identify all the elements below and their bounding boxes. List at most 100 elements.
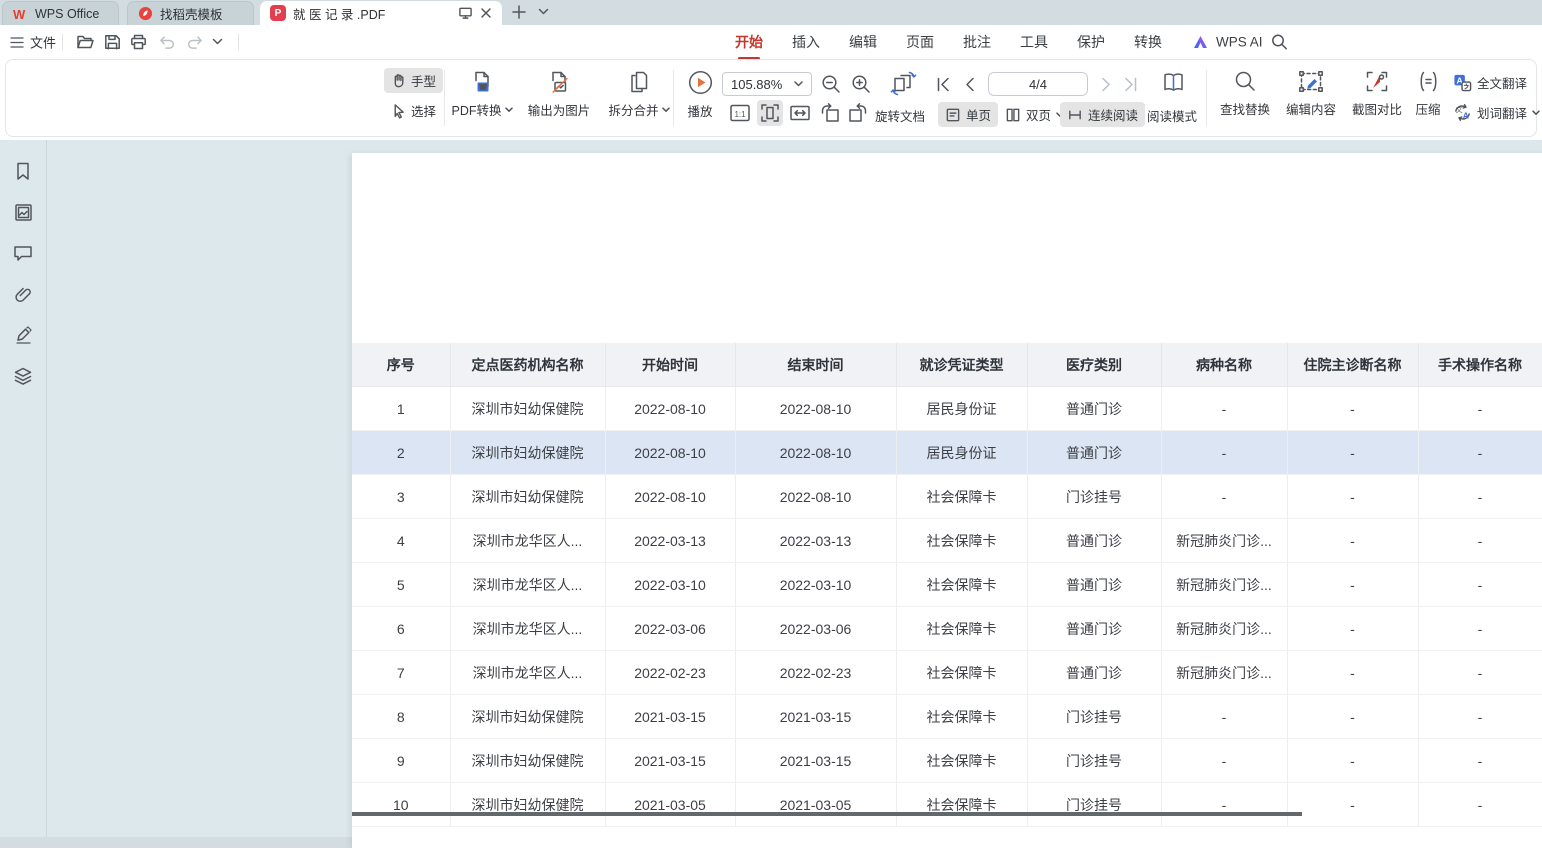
read-mode-button[interactable] (1158, 67, 1188, 97)
zoom-in-button[interactable] (848, 71, 874, 97)
file-menu-button[interactable]: 文件 (10, 33, 56, 52)
pdf-convert-button[interactable]: W PDF转换 (447, 69, 517, 119)
tab-wps-office[interactable]: W WPS Office (2, 1, 119, 25)
continuous-read-button[interactable]: 连续阅读 (1060, 102, 1145, 127)
play-button[interactable]: 播放 (677, 69, 723, 120)
double-page-icon (1005, 107, 1021, 123)
layers-icon[interactable] (12, 365, 34, 387)
table-cell: 社会保障卡 (896, 651, 1027, 695)
table-cell: - (1287, 651, 1418, 695)
signature-icon[interactable] (12, 324, 34, 346)
table-row: 8深圳市妇幼保健院2021-03-152021-03-15社会保障卡门诊挂号--… (352, 695, 1542, 739)
attachment-icon[interactable] (12, 283, 34, 305)
table-cell: - (1418, 387, 1542, 431)
cursor-icon (391, 103, 406, 119)
table-cell: - (1287, 475, 1418, 519)
save-button[interactable] (104, 34, 121, 50)
compress-button[interactable]: 压缩 (1408, 69, 1448, 118)
table-cell: - (1418, 651, 1542, 695)
table-cell: 2021-03-05 (605, 783, 735, 827)
close-tab-icon[interactable] (480, 7, 492, 19)
table-cell: 2022-03-13 (605, 519, 735, 563)
table-cell: - (1287, 387, 1418, 431)
ribbon-tab-8[interactable]: 转换 (1134, 32, 1162, 52)
previous-page-button[interactable] (958, 73, 980, 95)
continuous-read-icon (1067, 107, 1083, 123)
select-tool-button[interactable]: 选择 (384, 98, 443, 123)
rotate-right-button[interactable] (845, 100, 871, 126)
full-translate-button[interactable]: A 全文翻译 (1446, 70, 1534, 95)
fit-page-button[interactable] (757, 100, 783, 126)
ribbon-tab-7[interactable]: 保护 (1077, 32, 1105, 52)
wps-ai-button[interactable]: WPS AI (1192, 35, 1263, 50)
split-merge-label: 拆分合并 (608, 100, 658, 119)
tab-label: 找稻壳模板 (160, 4, 223, 23)
ribbon-tab-3[interactable]: 编辑 (849, 32, 877, 52)
horizontal-scrollbar-thumb[interactable] (352, 812, 1302, 816)
ribbon-tab-6[interactable]: 工具 (1020, 32, 1048, 52)
table-cell: 4 (352, 519, 450, 563)
medical-records-table: 序号定点医药机构名称开始时间结束时间就诊凭证类型医疗类别病种名称住院主诊断名称手… (352, 343, 1542, 827)
rotate-right-icon (847, 102, 869, 124)
last-page-button (1120, 73, 1142, 95)
edit-content-label: 编辑内容 (1286, 99, 1336, 118)
hand-tool-button[interactable]: 手型 (384, 68, 443, 93)
tab-list-chevron-icon[interactable] (538, 8, 549, 16)
table-cell: 2022-02-23 (605, 651, 735, 695)
bookmark-icon[interactable] (12, 160, 34, 182)
replace-pages-button[interactable] (888, 68, 918, 98)
single-page-button[interactable]: 单页 (938, 102, 998, 127)
page-indicator-input[interactable]: 4/4 (988, 72, 1088, 96)
menu-bar: 文件 开始 插入 编辑 页面 批注 工具 保护 转换 WPS AI (0, 25, 1542, 59)
divider (444, 70, 445, 126)
rotate-left-button[interactable] (817, 100, 843, 126)
chevron-down-icon (505, 107, 513, 113)
tab-document[interactable]: P 就 医 记 录 .PDF (260, 1, 502, 25)
table-cell: 门诊挂号 (1027, 739, 1161, 783)
thumbnail-icon[interactable] (12, 201, 34, 223)
monitor-icon[interactable] (458, 6, 473, 20)
ribbon-search-icon[interactable] (1271, 34, 1288, 51)
ribbon-tab-5[interactable]: 批注 (963, 32, 991, 52)
table-cell: 6 (352, 607, 450, 651)
zoom-level-select[interactable]: 105.88% (722, 72, 812, 96)
ribbon-tab-4[interactable]: 页面 (906, 32, 934, 52)
find-replace-button[interactable]: 查找替换 (1212, 69, 1278, 118)
first-page-button[interactable] (932, 73, 954, 95)
table-row: 4深圳市龙华区人...2022-03-132022-03-13社会保障卡普通门诊… (352, 519, 1542, 563)
table-cell: - (1161, 695, 1287, 739)
ribbon-tab-2[interactable]: 插入 (792, 32, 820, 52)
table-cell: 社会保障卡 (896, 519, 1027, 563)
table-cell: 2021-03-15 (735, 739, 896, 783)
open-file-button[interactable] (76, 34, 94, 50)
pdf-convert-icon: W (469, 69, 495, 95)
print-button[interactable] (130, 34, 147, 50)
ribbon-tab-1[interactable]: 开始 (735, 32, 763, 52)
actual-size-button[interactable]: 1:1 (727, 100, 753, 126)
compress-label: 压缩 (1415, 99, 1440, 118)
next-page-button (1096, 73, 1118, 95)
undo-history-chevron-icon[interactable] (212, 38, 223, 46)
tab-docer[interactable]: 找稻壳模板 (127, 1, 254, 25)
chevron-down-icon (1532, 110, 1540, 116)
table-cell: 新冠肺炎门诊... (1161, 651, 1287, 695)
screenshot-compare-button[interactable]: 截图对比 (1344, 69, 1410, 118)
word-translate-button[interactable]: 文A 划词翻译 (1446, 100, 1542, 125)
table-cell: 深圳市龙华区人... (450, 519, 605, 563)
file-menu-label: 文件 (30, 33, 56, 52)
split-merge-button[interactable]: 拆分合并 (602, 69, 676, 119)
find-replace-label: 查找替换 (1220, 99, 1270, 118)
zoom-out-button[interactable] (818, 71, 844, 97)
divider (62, 34, 63, 50)
search-icon (1233, 69, 1258, 94)
table-header: 序号定点医药机构名称开始时间结束时间就诊凭证类型医疗类别病种名称住院主诊断名称手… (352, 343, 1542, 387)
new-tab-button[interactable] (510, 3, 528, 21)
export-image-button[interactable]: 输出为图片 (517, 69, 601, 119)
comment-icon[interactable] (12, 242, 34, 264)
divider (1206, 70, 1207, 126)
table-cell: 深圳市妇幼保健院 (450, 431, 605, 475)
table-row: 5深圳市龙华区人...2022-03-102022-03-10社会保障卡普通门诊… (352, 563, 1542, 607)
edit-content-button[interactable]: 编辑内容 (1278, 69, 1344, 118)
docer-icon (138, 6, 153, 21)
fit-width-button[interactable] (787, 100, 813, 126)
